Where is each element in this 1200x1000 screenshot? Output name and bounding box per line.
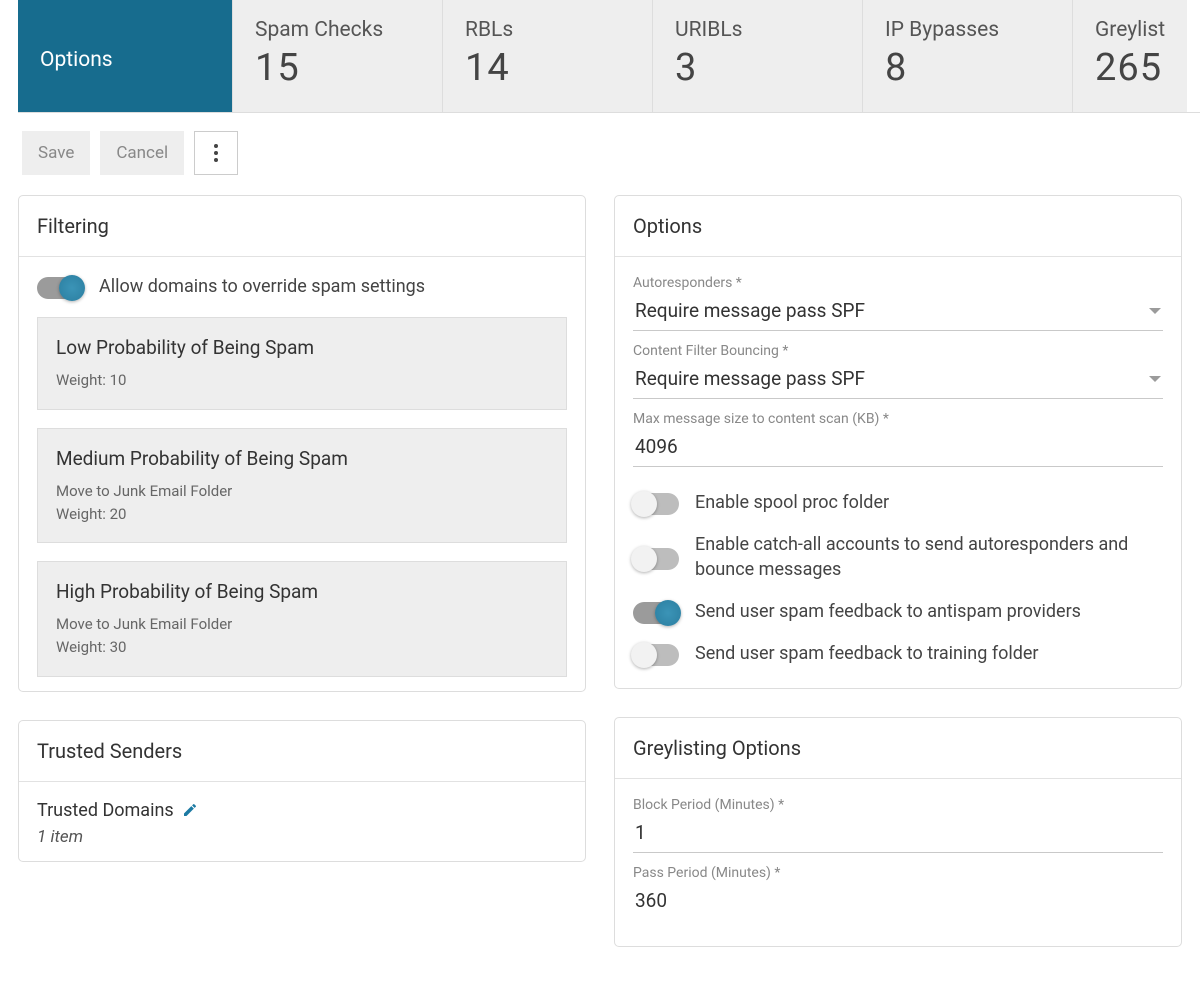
spam-card-title: High Probability of Being Spam: [56, 580, 548, 603]
cancel-button[interactable]: Cancel: [100, 131, 184, 175]
block-period-input-wrap: [633, 817, 1163, 853]
edit-icon[interactable]: [182, 802, 198, 818]
trusted-senders-title: Trusted Senders: [19, 721, 585, 782]
field-label: Max message size to content scan (KB) *: [633, 411, 1163, 427]
toggle-feedback-providers-switch[interactable]: [633, 602, 679, 624]
tab-label: IP Bypasses: [885, 18, 1050, 42]
tab-label: Spam Checks: [255, 18, 420, 42]
field-value: Require message pass SPF: [635, 299, 1149, 322]
toggle-override-spam: Allow domains to override spam settings: [37, 275, 567, 299]
spam-card-weight: Weight: 20: [56, 503, 548, 526]
toggle-override-spam-switch[interactable]: [37, 277, 83, 299]
field-label: Content Filter Bouncing *: [633, 343, 1163, 359]
block-period-input[interactable]: [635, 821, 1161, 844]
toggle-feedback-training-row: Send user spam feedback to training fold…: [633, 642, 1163, 666]
spam-card-title: Medium Probability of Being Spam: [56, 447, 548, 470]
block-period-field: Block Period (Minutes) *: [633, 797, 1163, 853]
toggle-override-spam-label: Allow domains to override spam settings: [99, 275, 425, 299]
spam-card-weight: Weight: 10: [56, 369, 548, 392]
tab-label: RBLs: [465, 18, 630, 42]
trusted-senders-panel: Trusted Senders Trusted Domains 1 item: [18, 720, 586, 862]
tab-options[interactable]: Options: [18, 0, 233, 112]
toggle-feedback-training-switch[interactable]: [633, 644, 679, 666]
right-column: Options Autoresponders * Require message…: [614, 195, 1182, 975]
options-panel: Options Autoresponders * Require message…: [614, 195, 1182, 689]
spam-card-medium[interactable]: Medium Probability of Being Spam Move to…: [37, 428, 567, 544]
tab-greylist[interactable]: Greylist 265: [1073, 0, 1187, 112]
filtering-panel: Filtering Allow domains to override spam…: [18, 195, 586, 692]
spam-card-action: Move to Junk Email Folder: [56, 480, 548, 503]
pass-period-input-wrap: [633, 885, 1163, 920]
spam-card-weight: Weight: 30: [56, 636, 548, 659]
field-label: Block Period (Minutes) *: [633, 797, 1163, 813]
tab-count: 3: [675, 46, 840, 90]
tab-label: URIBLs: [675, 18, 840, 42]
tab-uribls[interactable]: URIBLs 3: [653, 0, 863, 112]
left-column: Filtering Allow domains to override spam…: [18, 195, 586, 975]
tabbar: Options Spam Checks 15 RBLs 14 URIBLs 3 …: [18, 0, 1200, 113]
trusted-domains-label: Trusted Domains: [37, 800, 174, 821]
options-body: Autoresponders * Require message pass SP…: [615, 257, 1181, 688]
trusted-senders-body: Trusted Domains 1 item: [19, 782, 585, 861]
tab-spam-checks[interactable]: Spam Checks 15: [233, 0, 443, 112]
content-filter-bouncing-field: Content Filter Bouncing * Require messag…: [633, 343, 1163, 399]
field-label: Pass Period (Minutes) *: [633, 865, 1163, 881]
toolbar: Save Cancel: [0, 113, 1200, 175]
max-message-size-field: Max message size to content scan (KB) *: [633, 411, 1163, 467]
spam-card-action: Move to Junk Email Folder: [56, 613, 548, 636]
greylisting-panel: Greylisting Options Block Period (Minute…: [614, 717, 1182, 947]
toggle-feedback-training-label: Send user spam feedback to training fold…: [695, 642, 1039, 666]
chevron-down-icon: [1149, 376, 1161, 382]
toggle-catchall-switch[interactable]: [633, 548, 679, 570]
spam-card-title: Low Probability of Being Spam: [56, 336, 548, 359]
spam-card-high[interactable]: High Probability of Being Spam Move to J…: [37, 561, 567, 677]
toggle-feedback-providers-row: Send user spam feedback to antispam prov…: [633, 600, 1163, 624]
tab-count: 8: [885, 46, 1050, 90]
toggle-feedback-providers-label: Send user spam feedback to antispam prov…: [695, 600, 1081, 624]
max-message-size-input-wrap: [633, 431, 1163, 467]
tab-rbls[interactable]: RBLs 14: [443, 0, 653, 112]
pass-period-field: Pass Period (Minutes) *: [633, 865, 1163, 920]
greylisting-title: Greylisting Options: [615, 718, 1181, 779]
greylisting-body: Block Period (Minutes) * Pass Period (Mi…: [615, 779, 1181, 946]
save-button[interactable]: Save: [22, 131, 90, 175]
trusted-domains-heading: Trusted Domains: [37, 800, 567, 821]
autoresponders-select[interactable]: Require message pass SPF: [633, 295, 1163, 331]
tab-label: Options: [40, 48, 210, 72]
field-label: Autoresponders *: [633, 275, 1163, 291]
filtering-title: Filtering: [19, 196, 585, 257]
toggle-spool-label: Enable spool proc folder: [695, 491, 889, 515]
toggle-catchall-label: Enable catch-all accounts to send autore…: [695, 533, 1163, 582]
tab-count: 15: [255, 46, 420, 90]
tab-label: Greylist: [1095, 18, 1165, 42]
max-message-size-input[interactable]: [635, 435, 1161, 458]
filtering-body: Allow domains to override spam settings …: [19, 257, 585, 691]
autoresponders-field: Autoresponders * Require message pass SP…: [633, 275, 1163, 331]
tab-count: 265: [1095, 46, 1165, 90]
tab-count: 14: [465, 46, 630, 90]
toggle-spool-switch[interactable]: [633, 493, 679, 515]
content-columns: Filtering Allow domains to override spam…: [0, 175, 1200, 975]
page: Options Spam Checks 15 RBLs 14 URIBLs 3 …: [0, 0, 1200, 1000]
content-filter-bouncing-select[interactable]: Require message pass SPF: [633, 363, 1163, 399]
trusted-domains-count: 1 item: [37, 827, 567, 847]
toggle-catchall-row: Enable catch-all accounts to send autore…: [633, 533, 1163, 582]
field-value: Require message pass SPF: [635, 367, 1149, 390]
tab-ip-bypasses[interactable]: IP Bypasses 8: [863, 0, 1073, 112]
spam-card-low[interactable]: Low Probability of Being Spam Weight: 10: [37, 317, 567, 409]
pass-period-input[interactable]: [635, 889, 1161, 912]
toggle-spool-row: Enable spool proc folder: [633, 491, 1163, 515]
options-title: Options: [615, 196, 1181, 257]
more-actions-button[interactable]: [194, 131, 238, 175]
chevron-down-icon: [1149, 308, 1161, 314]
kebab-icon: [214, 144, 218, 162]
